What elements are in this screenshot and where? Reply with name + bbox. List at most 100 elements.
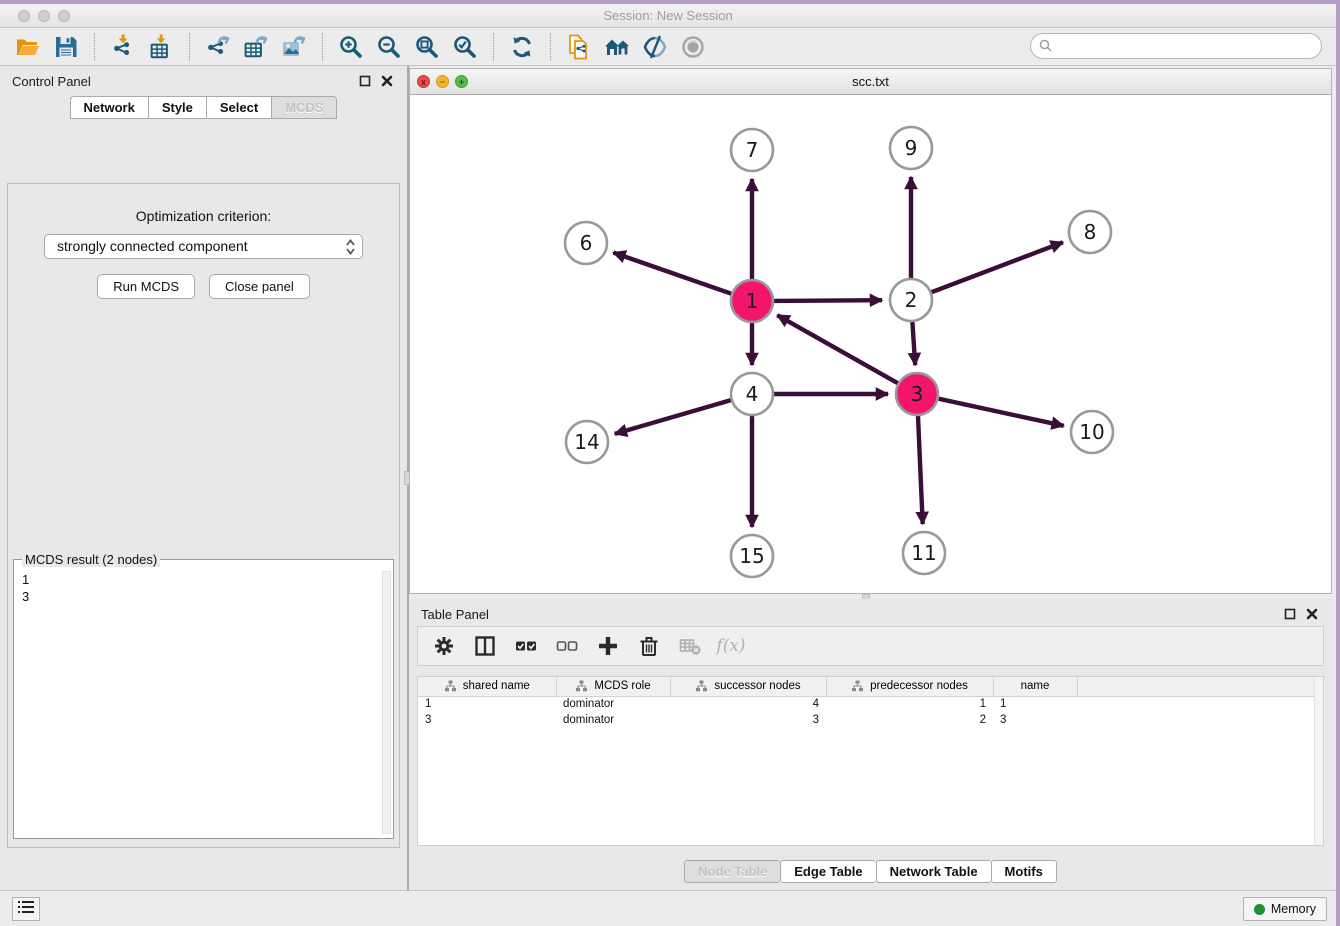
float-table-panel-icon[interactable] xyxy=(1284,607,1296,625)
close-panel-icon[interactable] xyxy=(381,74,393,92)
import-network-icon[interactable] xyxy=(109,33,137,61)
show-columns-icon[interactable] xyxy=(514,634,538,658)
svg-text:7: 7 xyxy=(746,138,759,162)
refresh-icon[interactable] xyxy=(508,33,536,61)
graph-edge-1-6[interactable] xyxy=(613,253,731,294)
mcds-panel: Optimization criterion: strongly connect… xyxy=(7,183,400,848)
tab-style[interactable]: Style xyxy=(148,96,206,119)
add-column-icon[interactable] xyxy=(596,634,620,658)
tab-motifs[interactable]: Motifs xyxy=(991,860,1057,883)
graph-node-14[interactable]: 14 xyxy=(566,421,608,463)
svg-text:2: 2 xyxy=(905,288,918,312)
zoom-selected-icon[interactable] xyxy=(451,33,479,61)
column-header-MCDS-role[interactable]: MCDS role xyxy=(556,677,670,696)
cell-successor-nodes[interactable]: 4 xyxy=(670,696,826,712)
graph-node-4[interactable]: 4 xyxy=(731,373,773,415)
svg-text:14: 14 xyxy=(574,430,599,454)
mcds-result-box: MCDS result (2 nodes) 13 xyxy=(13,552,394,839)
float-panel-icon[interactable] xyxy=(359,74,371,92)
graph-node-3[interactable]: 3 xyxy=(896,373,938,415)
sort-icon xyxy=(575,680,588,692)
table-toolbar: f(x) xyxy=(417,626,1324,666)
result-scrollbar[interactable] xyxy=(382,571,391,834)
open-file-icon[interactable] xyxy=(14,33,42,61)
column-header-name[interactable]: name xyxy=(993,677,1077,696)
desktop: Session: New Session Control Panel xyxy=(0,0,1340,926)
run-mcds-button[interactable]: Run MCDS xyxy=(97,274,195,299)
graph-node-11[interactable]: 11 xyxy=(903,532,945,574)
tab-select[interactable]: Select xyxy=(206,96,271,119)
svg-text:11: 11 xyxy=(911,541,936,565)
graph-edge-4-14[interactable] xyxy=(615,400,731,434)
export-table-icon[interactable] xyxy=(242,33,270,61)
graph-node-7[interactable]: 7 xyxy=(731,129,773,171)
column-header-predecessor-nodes[interactable]: predecessor nodes xyxy=(826,677,993,696)
graph-node-8[interactable]: 8 xyxy=(1069,211,1111,253)
cell-shared-name[interactable]: 3 xyxy=(418,712,556,728)
zoom-in-icon[interactable] xyxy=(337,33,365,61)
hide-columns-icon[interactable] xyxy=(555,634,579,658)
graph-edge-3-1[interactable] xyxy=(777,315,898,383)
eye-icon xyxy=(679,33,707,61)
app-titlebar: Session: New Session xyxy=(0,4,1336,28)
graph-edge-1-2[interactable] xyxy=(774,300,882,301)
table-row[interactable]: 1dominator411 xyxy=(418,696,1323,712)
close-panel-button[interactable]: Close panel xyxy=(209,274,310,299)
zoom-out-icon[interactable] xyxy=(375,33,403,61)
cell-name[interactable]: 3 xyxy=(993,712,1077,728)
graph-edge-3-11[interactable] xyxy=(918,416,923,524)
svg-text:1: 1 xyxy=(746,289,759,313)
optimization-criterion-select[interactable]: strongly connected component xyxy=(44,234,363,259)
cell-MCDS-role[interactable]: dominator xyxy=(556,696,670,712)
tab-node-table[interactable]: Node Table xyxy=(684,860,780,883)
graph-edge-2-3[interactable] xyxy=(912,322,915,365)
export-network-icon[interactable] xyxy=(204,33,232,61)
search-input[interactable] xyxy=(1030,33,1322,59)
graph-node-15[interactable]: 15 xyxy=(731,535,773,577)
home-icon[interactable] xyxy=(603,33,631,61)
app-window: Session: New Session Control Panel xyxy=(0,4,1336,926)
zoom-fit-icon[interactable] xyxy=(413,33,441,61)
duplicate-network-icon[interactable] xyxy=(565,33,593,61)
gear-icon[interactable] xyxy=(432,634,456,658)
node-table: shared nameMCDS rolesuccessor nodesprede… xyxy=(417,676,1324,846)
cell-successor-nodes[interactable]: 3 xyxy=(670,712,826,728)
graph-edge-3-10[interactable] xyxy=(939,399,1064,426)
tab-edge-table[interactable]: Edge Table xyxy=(780,860,875,883)
tab-network-table[interactable]: Network Table xyxy=(876,860,991,883)
cell-MCDS-role[interactable]: dominator xyxy=(556,712,670,728)
graph-node-10[interactable]: 10 xyxy=(1071,411,1113,453)
list-icon xyxy=(18,900,34,919)
cell-predecessor-nodes[interactable]: 2 xyxy=(826,712,993,728)
export-image-icon[interactable] xyxy=(280,33,308,61)
table-row[interactable]: 3dominator323 xyxy=(418,712,1323,728)
graph-node-6[interactable]: 6 xyxy=(565,222,607,264)
tab-network[interactable]: Network xyxy=(70,96,148,119)
table-scrollbar[interactable] xyxy=(1314,677,1323,845)
column-view-icon[interactable] xyxy=(473,634,497,658)
cell-name[interactable]: 1 xyxy=(993,696,1077,712)
cell-predecessor-nodes[interactable]: 1 xyxy=(826,696,993,712)
memory-button[interactable]: Memory xyxy=(1243,897,1327,921)
graph-node-2[interactable]: 2 xyxy=(890,279,932,321)
table-panel: Table Panel f(x) shared nameMCDS rolesuc… xyxy=(409,599,1332,894)
column-header-shared-name[interactable]: shared name xyxy=(418,677,556,696)
toggle-graphics-details-icon[interactable] xyxy=(641,33,669,61)
chevron-up-down-icon xyxy=(345,238,356,263)
svg-text:4: 4 xyxy=(746,382,759,406)
graph-node-9[interactable]: 9 xyxy=(890,127,932,169)
memory-label: Memory xyxy=(1271,902,1316,916)
save-session-icon[interactable] xyxy=(52,33,80,61)
graph-node-1[interactable]: 1 xyxy=(731,280,773,322)
network-canvas[interactable]: 7961284314101511 xyxy=(410,96,1331,593)
graph-edge-2-8[interactable] xyxy=(932,242,1063,292)
result-line: 3 xyxy=(22,588,385,605)
cell-shared-name[interactable]: 1 xyxy=(418,696,556,712)
search-icon xyxy=(1039,39,1053,58)
import-table-icon[interactable] xyxy=(147,33,175,61)
column-header-successor-nodes[interactable]: successor nodes xyxy=(670,677,826,696)
tab-mcds[interactable]: MCDS xyxy=(271,96,337,119)
delete-column-icon[interactable] xyxy=(637,634,661,658)
task-history-button[interactable] xyxy=(12,897,40,921)
close-table-panel-icon[interactable] xyxy=(1306,607,1318,625)
